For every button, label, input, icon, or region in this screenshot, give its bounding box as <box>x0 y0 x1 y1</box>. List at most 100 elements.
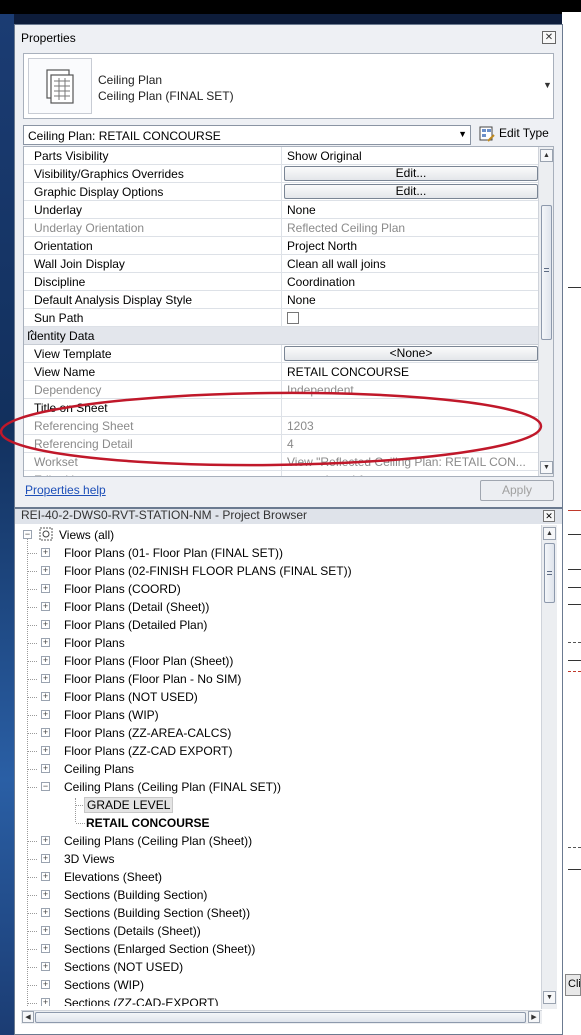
property-row: Sun Path <box>24 309 538 327</box>
tree-connector <box>28 625 37 626</box>
expand-icon[interactable]: + <box>41 620 50 629</box>
tree-category-label: 3D Views <box>64 852 115 866</box>
properties-palette: Properties ✕ Ceiling Plan Ceiling Plan (… <box>14 24 563 508</box>
expand-icon[interactable]: + <box>41 962 50 971</box>
expand-icon[interactable]: + <box>41 728 50 737</box>
property-row: Default Analysis Display Style None <box>24 291 538 309</box>
browser-scrollbar[interactable]: ▲ ▼ <box>541 525 557 1009</box>
close-icon[interactable]: ✕ <box>542 31 556 44</box>
property-edit-button[interactable]: Edit... <box>284 166 538 181</box>
expand-icon[interactable]: + <box>41 854 50 863</box>
instance-selector[interactable]: Ceiling Plan: RETAIL CONCOURSE ▼ <box>23 125 471 145</box>
expand-icon[interactable]: + <box>41 998 50 1006</box>
expand-icon[interactable]: + <box>41 692 50 701</box>
expand-icon[interactable]: + <box>41 638 50 647</box>
scroll-up-icon[interactable]: ▲ <box>540 149 553 162</box>
tree-category-label: Sections (Details (Sheet)) <box>64 924 201 938</box>
desktop-background <box>0 14 14 1035</box>
property-checkbox[interactable] <box>287 312 299 324</box>
property-row: View Name RETAIL CONCOURSE <box>24 363 538 381</box>
property-group-header[interactable]: Identity Data ⌃ <box>24 327 538 345</box>
tree-root-label: Views (all) <box>59 528 115 542</box>
drawing-line <box>568 660 581 661</box>
scroll-left-icon[interactable]: ◀ <box>22 1011 34 1023</box>
property-value[interactable]: Clean all wall joins <box>283 255 538 272</box>
properties-title: Properties <box>21 31 76 45</box>
expand-icon[interactable]: + <box>41 548 50 557</box>
expand-icon[interactable]: + <box>41 566 50 575</box>
tree-connector <box>28 967 37 968</box>
scroll-right-icon[interactable]: ▶ <box>528 1011 540 1023</box>
expand-icon[interactable]: + <box>41 656 50 665</box>
property-name: View Name <box>24 363 282 380</box>
collapse-icon[interactable]: ⌃ <box>27 328 534 341</box>
property-name: View Template <box>24 345 282 362</box>
property-edit-button[interactable]: Edit... <box>284 184 538 199</box>
tree-view-label: RETAIL CONCOURSE <box>86 816 210 830</box>
property-name: Underlay <box>24 201 282 218</box>
expand-icon[interactable]: + <box>41 602 50 611</box>
property-row: Underlay None <box>24 201 538 219</box>
property-row: Wall Join Display Clean all wall joins <box>24 255 538 273</box>
tree-connector <box>28 1003 37 1004</box>
apply-button[interactable]: Apply <box>480 480 554 501</box>
property-name: Graphic Display Options <box>24 183 282 200</box>
scroll-down-icon[interactable]: ▼ <box>543 991 556 1004</box>
expand-icon[interactable]: + <box>41 872 50 881</box>
tree-category-label: Sections (Building Section (Sheet)) <box>64 906 251 920</box>
scroll-thumb[interactable] <box>541 205 552 340</box>
expand-icon[interactable]: + <box>41 764 50 773</box>
property-value: 4 <box>287 437 294 451</box>
property-name: Discipline <box>24 273 282 290</box>
property-value[interactable]: None <box>283 291 538 308</box>
property-value[interactable]: None <box>283 201 538 218</box>
chevron-down-icon[interactable]: ▼ <box>543 80 552 90</box>
expand-icon[interactable]: + <box>41 908 50 917</box>
grip-icon <box>544 268 549 272</box>
collapse-icon[interactable]: − <box>23 530 32 539</box>
expand-icon[interactable]: + <box>41 746 50 755</box>
properties-scrollbar[interactable]: ▲ ▼ <box>538 147 553 476</box>
scroll-up-icon[interactable]: ▲ <box>543 527 556 540</box>
property-value[interactable]: Show Original <box>283 147 538 164</box>
property-row: Visibility/Graphics Overrides Edit... <box>24 165 538 183</box>
browser-horizontal-scrollbar[interactable]: ◀ ▶ <box>21 1010 542 1024</box>
property-row: Discipline Coordination <box>24 273 538 291</box>
type-name-label: Ceiling Plan (FINAL SET) <box>98 89 234 103</box>
scroll-down-icon[interactable]: ▼ <box>540 461 553 474</box>
expand-icon[interactable]: + <box>41 890 50 899</box>
expand-icon[interactable]: + <box>41 926 50 935</box>
property-value[interactable]: RETAIL CONCOURSE <box>283 363 538 380</box>
instance-selector-value: Ceiling Plan: RETAIL CONCOURSE <box>28 129 221 143</box>
expand-icon[interactable]: + <box>41 584 50 593</box>
property-row: Title on Sheet <box>24 399 538 417</box>
tree-category-label: Sections (Building Section) <box>64 888 208 902</box>
tree-connector <box>28 607 37 608</box>
properties-help-link[interactable]: Properties help <box>25 483 106 497</box>
expand-icon[interactable]: + <box>41 674 50 683</box>
collapse-icon[interactable]: − <box>41 782 50 791</box>
close-icon[interactable]: ✕ <box>543 510 555 522</box>
expand-icon[interactable]: + <box>41 980 50 989</box>
edit-type-button[interactable]: Edit Type <box>478 123 560 145</box>
tree-connector <box>28 931 37 932</box>
property-edit-button[interactable]: <None> <box>284 346 538 361</box>
property-value[interactable]: Coordination <box>283 273 538 290</box>
scroll-thumb[interactable] <box>35 1012 526 1023</box>
chevron-down-icon[interactable]: ▼ <box>458 129 467 139</box>
property-row: Orientation Project North <box>24 237 538 255</box>
property-value[interactable]: Project North <box>283 237 538 254</box>
tree-connector <box>28 643 37 644</box>
tree-category-label: Elevations (Sheet) <box>64 870 163 884</box>
expand-icon[interactable]: + <box>41 710 50 719</box>
property-value[interactable] <box>283 399 538 416</box>
property-name: Workset <box>24 453 282 470</box>
expand-icon[interactable]: + <box>41 836 50 845</box>
scroll-thumb[interactable] <box>544 543 555 603</box>
expand-icon[interactable]: + <box>41 944 50 953</box>
tree-category-label: Floor Plans (COORD) <box>64 582 181 596</box>
property-row: Dependency Independent <box>24 381 538 399</box>
tree-category-label: Sections (WIP) <box>64 978 145 992</box>
type-selector[interactable]: Ceiling Plan Ceiling Plan (FINAL SET) ▼ <box>23 53 554 119</box>
drawing-area-edge <box>562 0 581 1035</box>
